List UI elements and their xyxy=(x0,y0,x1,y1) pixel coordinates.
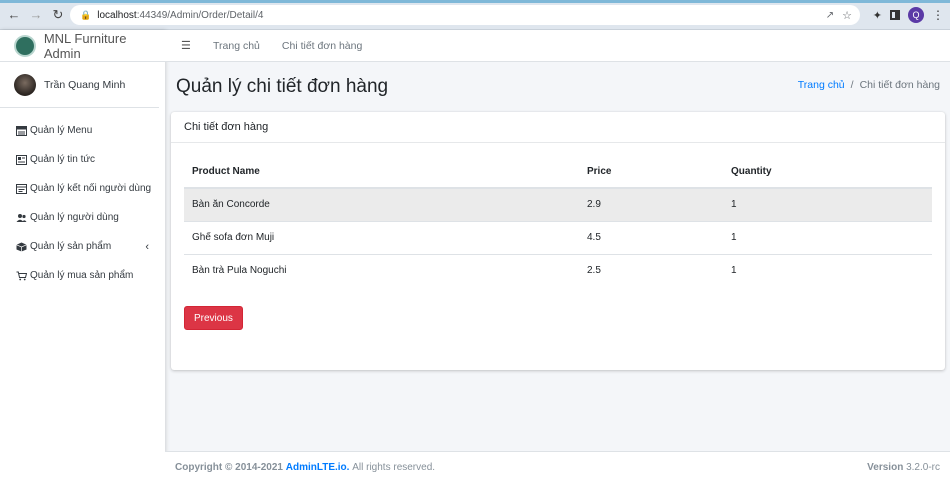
brand-text: MNL Furniture Admin xyxy=(43,30,127,61)
sidebar-item-users[interactable]: Quản lý người dùng xyxy=(0,203,165,232)
newspaper-icon xyxy=(16,154,27,165)
users-icon xyxy=(16,213,27,223)
cell-product-name: Bàn trà Pula Noguchi xyxy=(184,253,579,287)
sidebar-item-news[interactable]: Quản lý tin tức xyxy=(0,145,165,174)
box-icon xyxy=(16,242,27,252)
nav-link-home[interactable]: Trang chủ xyxy=(213,40,260,52)
order-items-table: Product Name Price Quantity Bàn ăn Conco… xyxy=(184,156,932,287)
rights-text: All rights reserved. xyxy=(352,462,436,473)
top-navbar: ☰ Trang chủ Chi tiết đơn hàng xyxy=(165,30,950,62)
menu-list-icon xyxy=(16,125,27,136)
bookmark-star-icon[interactable]: ☆ xyxy=(842,9,852,22)
card-title: Chi tiết đơn hàng xyxy=(171,112,945,143)
table-row: Ghế sofa đơn Muji 4.5 1 xyxy=(184,220,932,254)
profile-avatar[interactable]: Q xyxy=(908,7,924,23)
cell-price: 4.5 xyxy=(579,220,723,254)
version-label: Version xyxy=(867,462,904,473)
table-row: Bàn ăn Concorde 2.9 1 xyxy=(184,187,932,221)
sidebar-item-purchases[interactable]: Quản lý mua sản phẩm xyxy=(0,261,165,290)
sidebar-item-label: Quản lý kết nối người dùng xyxy=(30,183,152,194)
extensions-icon[interactable]: ✦ xyxy=(873,9,882,22)
side-panel-icon[interactable] xyxy=(890,10,900,20)
tab-strip xyxy=(0,0,950,3)
copyright-text: Copyright © 2014-2021 xyxy=(175,462,283,473)
breadcrumb: Trang chủ / Chi tiết đơn hàng xyxy=(798,79,940,91)
brand-logo xyxy=(14,34,36,57)
breadcrumb-current: Chi tiết đơn hàng xyxy=(859,79,940,91)
adminlte-link[interactable]: AdminLTE.io. xyxy=(286,462,350,473)
reload-icon[interactable]: ↻ xyxy=(48,5,68,25)
cell-price: 2.9 xyxy=(579,187,723,221)
main-footer: Copyright © 2014-2021 AdminLTE.io. All r… xyxy=(165,451,950,483)
user-panel[interactable]: Trần Quang Minh xyxy=(0,62,159,108)
cell-quantity: 1 xyxy=(723,253,932,287)
cell-product-name: Ghế sofa đơn Muji xyxy=(184,220,579,254)
nav-link-order-detail[interactable]: Chi tiết đơn hàng xyxy=(282,40,362,52)
more-options-icon[interactable]: ⋮ xyxy=(932,8,944,22)
cell-quantity: 1 xyxy=(723,187,932,221)
version-info: Version 3.2.0-rc xyxy=(867,462,940,473)
brand-link[interactable]: MNL Furniture Admin xyxy=(0,30,165,62)
browser-toolbar: ← → ↻ 🔒 localhost:44349/Admin/Order/Deta… xyxy=(0,0,950,30)
cart-icon xyxy=(16,271,27,281)
window-icon xyxy=(16,183,27,194)
address-bar[interactable]: 🔒 localhost:44349/Admin/Order/Detail/4 ↗… xyxy=(70,5,860,25)
chevron-left-icon[interactable]: ‹ xyxy=(145,241,149,253)
cell-product-name: Bàn ăn Concorde xyxy=(184,187,579,221)
breadcrumb-separator: / xyxy=(850,79,854,91)
user-avatar xyxy=(14,73,36,96)
sidebar-menu: Quản lý Menu Quản lý tin tức Quản lý kết… xyxy=(0,108,165,290)
cell-price: 2.5 xyxy=(579,253,723,287)
sidebar: MNL Furniture Admin Trần Quang Minh Quản… xyxy=(0,30,165,483)
page-title: Quản lý chi tiết đơn hàng xyxy=(176,76,389,97)
cell-quantity: 1 xyxy=(723,220,932,254)
sidebar-item-user-connections[interactable]: Quản lý kết nối người dùng xyxy=(0,174,165,203)
order-detail-card: Chi tiết đơn hàng Product Name Price Qua… xyxy=(171,112,945,370)
breadcrumb-home-link[interactable]: Trang chủ xyxy=(798,79,845,91)
column-header-price: Price xyxy=(579,156,723,189)
sidebar-item-label: Quản lý người dùng xyxy=(30,212,119,223)
previous-button[interactable]: Previous xyxy=(184,306,243,330)
column-header-product-name: Product Name xyxy=(184,156,579,189)
column-header-quantity: Quantity xyxy=(723,156,932,189)
share-icon[interactable]: ↗ xyxy=(826,10,834,21)
sidebar-item-label: Quản lý mua sản phẩm xyxy=(30,270,134,281)
version-value: 3.2.0-rc xyxy=(906,462,940,473)
sidebar-item-label: Quản lý Menu xyxy=(30,125,93,136)
sidebar-item-menu[interactable]: Quản lý Menu xyxy=(0,116,165,145)
sidebar-item-label: Quản lý tin tức xyxy=(30,154,96,165)
hamburger-menu-icon[interactable]: ☰ xyxy=(181,39,191,52)
sidebar-item-products[interactable]: Quản lý sản phẩm ‹ xyxy=(0,232,165,261)
back-arrow-icon[interactable]: ← xyxy=(4,5,24,25)
url-text: localhost:44349/Admin/Order/Detail/4 xyxy=(97,9,264,21)
forward-arrow-icon[interactable]: → xyxy=(26,5,46,25)
lock-icon: 🔒 xyxy=(80,9,92,20)
card-body: Product Name Price Quantity Bàn ăn Conco… xyxy=(171,143,945,343)
sidebar-item-label: Quản lý sản phẩm xyxy=(30,241,112,252)
table-row: Bàn trà Pula Noguchi 2.5 1 xyxy=(184,253,932,287)
user-name: Trần Quang Minh xyxy=(44,78,126,91)
table-header-row: Product Name Price Quantity xyxy=(184,156,932,189)
